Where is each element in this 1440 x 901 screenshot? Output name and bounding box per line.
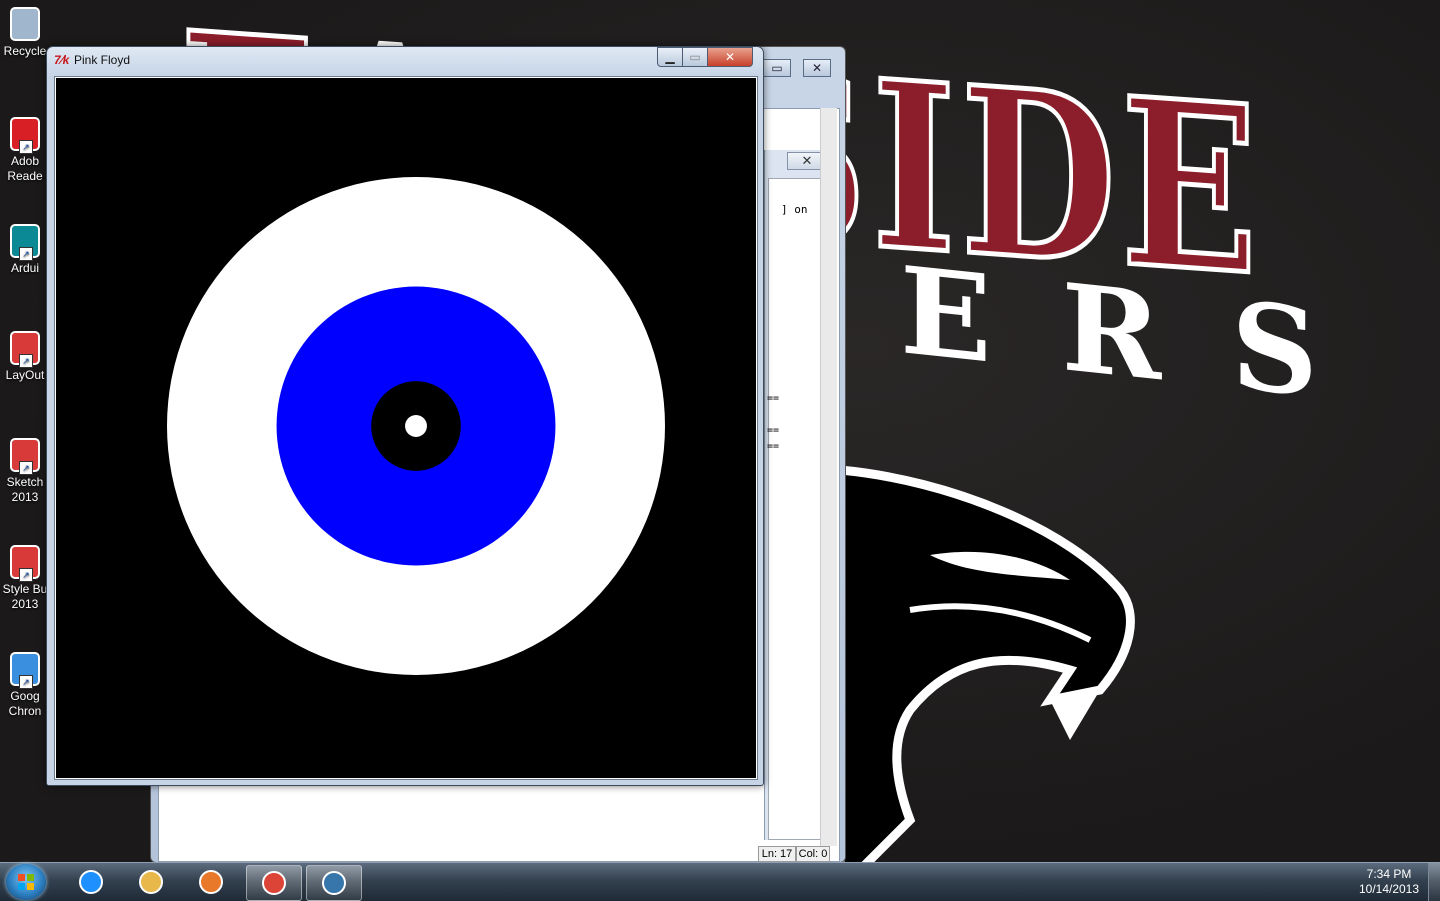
google-chrome-icon: ↗ — [7, 651, 43, 689]
clock-time: 7:34 PM — [1366, 867, 1412, 881]
shell-output-area[interactable]: ] on == == == — [767, 178, 826, 840]
desktop-icon-google-chrome[interactable]: ↗ Goog Chron — [0, 651, 50, 719]
minimize-button[interactable]: ▁ — [657, 47, 683, 67]
taskbar: 7:34 PM 10/14/2013 — [0, 862, 1440, 901]
desktop-icon-label: Sketch 2013 — [6, 475, 44, 504]
shortcut-arrow-icon: ↗ — [19, 354, 33, 368]
shortcut-arrow-icon: ↗ — [19, 247, 33, 261]
system-clock[interactable]: 7:34 PM 10/14/2013 — [1346, 867, 1432, 897]
drawing-canvas[interactable] — [54, 76, 758, 780]
file-explorer-icon — [139, 870, 163, 894]
desktop-icon-label: LayOut — [5, 368, 45, 382]
media-player-icon — [199, 870, 223, 894]
tk-feather-icon: 7∕k — [54, 53, 70, 67]
show-desktop-button[interactable] — [1428, 863, 1440, 901]
desktop-icon-label: Recycle — [3, 44, 47, 58]
desktop-icon-adobe-reader[interactable]: ↗ Adob Reade — [0, 116, 50, 184]
sketchup-icon: ↗ — [7, 437, 43, 475]
desktop-icon-recycle-bin[interactable]: Recycle — [0, 6, 50, 59]
status-line-number: Ln: 17 — [758, 846, 796, 862]
desktop-icon-layout[interactable]: ↗ LayOut — [0, 330, 50, 383]
taskbar-button-file-explorer[interactable] — [124, 865, 178, 899]
shortcut-arrow-icon: ↗ — [19, 461, 33, 475]
shell-separator: == — [767, 425, 780, 436]
window-title: Pink Floyd — [74, 53, 131, 67]
wallpaper-eagle-logo — [835, 465, 1135, 862]
python-idle-icon — [322, 871, 346, 895]
maximize-button[interactable]: ▭ — [682, 47, 708, 67]
desktop-icon-label: Ardui — [10, 261, 39, 275]
layout-icon: ↗ — [7, 330, 43, 368]
pink-floyd-window[interactable]: 7∕k Pink Floyd ▁ ▭ ✕ — [46, 46, 764, 786]
desktop-icon-arduino[interactable]: ↗ Ardui — [0, 223, 50, 276]
adobe-reader-icon: ↗ — [7, 116, 43, 154]
shortcut-arrow-icon: ↗ — [19, 140, 33, 154]
arduino-icon: ↗ — [7, 223, 43, 261]
taskbar-button-media-player[interactable] — [184, 865, 238, 899]
desktop-icon-style-builder[interactable]: ↗ Style Bu 2013 — [0, 544, 50, 612]
internet-explorer-icon — [79, 870, 103, 894]
status-column-number: Col: 0 — [796, 846, 830, 862]
close-button[interactable]: ✕ — [707, 47, 753, 67]
wallpaper-mascot-word: ERS — [900, 240, 1388, 433]
start-button[interactable] — [6, 864, 46, 900]
shortcut-arrow-icon: ↗ — [19, 568, 33, 582]
desktop-icon-label: Adob Reade — [7, 154, 43, 183]
clock-date: 10/14/2013 — [1358, 882, 1420, 896]
ring-3 — [405, 415, 427, 437]
editor-close-button[interactable]: ✕ — [803, 59, 831, 77]
taskbar-button-internet-explorer[interactable] — [64, 865, 118, 899]
style-builder-icon: ↗ — [7, 544, 43, 582]
taskbar-button-python-idle[interactable] — [306, 865, 362, 901]
concentric-target — [167, 177, 665, 675]
editor-maximize-button[interactable]: ▭ — [763, 59, 791, 77]
desktop-icon-label: Goog Chron — [8, 689, 42, 718]
shortcut-arrow-icon: ↗ — [19, 675, 33, 689]
windows-start-icon — [18, 874, 34, 890]
google-chrome-icon — [262, 871, 286, 895]
editor-vertical-scrollbar[interactable] — [820, 108, 837, 846]
shell-separator: == — [767, 393, 780, 404]
recycle-bin-icon — [7, 6, 43, 42]
shell-output-fragment: ] on — [781, 203, 808, 216]
shell-separator: == — [767, 441, 780, 452]
desktop-icon-sketchup[interactable]: ↗ Sketch 2013 — [0, 437, 50, 505]
desktop-icon-label: Style Bu 2013 — [2, 582, 48, 611]
taskbar-button-google-chrome[interactable] — [246, 865, 302, 901]
